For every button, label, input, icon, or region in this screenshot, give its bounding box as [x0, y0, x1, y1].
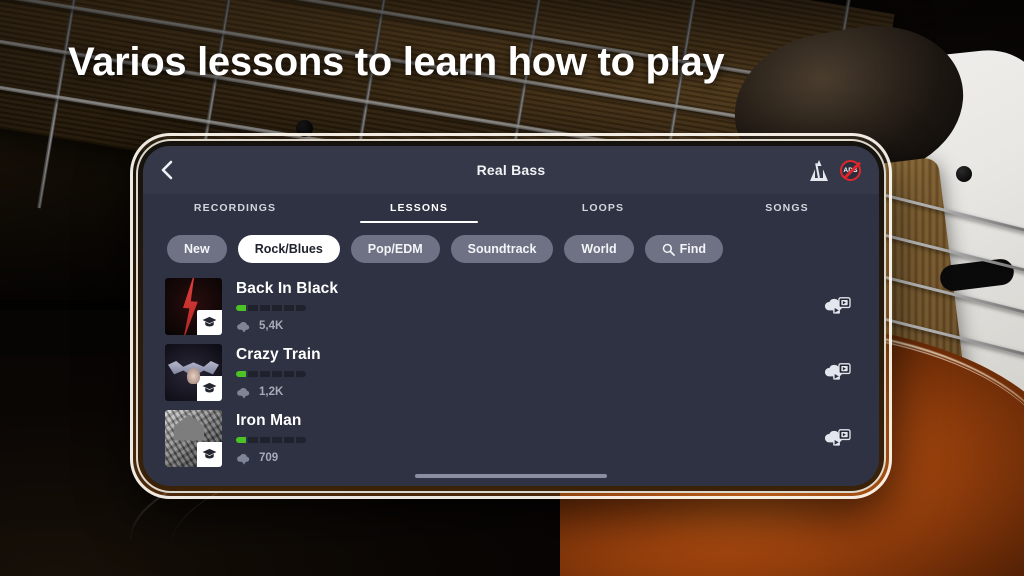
progress-segment	[247, 436, 259, 443]
chip-label: Find	[679, 242, 706, 256]
chip-label: Pop/EDM	[367, 242, 423, 256]
search-icon	[662, 243, 675, 256]
download-count-line: 5,4K	[236, 320, 803, 333]
lesson-info: Crazy Train 1,2K	[236, 346, 803, 399]
tab-loops[interactable]: LOOPS	[511, 202, 695, 223]
download-lesson-button[interactable]	[817, 426, 857, 450]
lesson-title: Back In Black	[236, 279, 339, 297]
chevron-left-icon	[161, 160, 172, 180]
progress-segment	[295, 436, 306, 443]
chip-new[interactable]: New	[167, 235, 227, 263]
progress-segment	[283, 304, 295, 311]
cloud-download-video-icon	[824, 363, 851, 380]
chip-label: New	[184, 242, 210, 256]
tab-label: LOOPS	[581, 202, 625, 214]
download-count: 1,2K	[259, 386, 284, 398]
progress-segment	[271, 370, 283, 377]
tab-songs[interactable]: SONGS	[695, 202, 879, 223]
guitar-knob	[956, 166, 972, 182]
download-count-line: 709	[236, 452, 803, 465]
lesson-title: Crazy Train	[236, 345, 321, 363]
progress-segment	[271, 304, 283, 311]
phone-mockup: Real Bass ADS RECORDINGS LESSONS LOOPS S…	[130, 133, 892, 499]
chip-find[interactable]: Find	[644, 235, 723, 263]
chip-pop-edm[interactable]: Pop/EDM	[350, 235, 440, 263]
lesson-row[interactable]: Back In Black 5,4K	[165, 273, 857, 339]
lesson-info: Back In Black 5,4K	[236, 280, 803, 333]
tab-label: RECORDINGS	[193, 202, 277, 214]
progress-segment	[236, 370, 247, 377]
graduation-cap-icon	[197, 441, 222, 467]
tab-label: SONGS	[765, 202, 809, 214]
graduation-cap-icon	[197, 309, 222, 335]
progress-segment	[259, 436, 271, 443]
lesson-artwork-bat	[165, 343, 222, 401]
chip-soundtrack[interactable]: Soundtrack	[450, 235, 554, 263]
page-headline: Varios lessons to learn how to play	[68, 40, 725, 84]
progress-segment	[236, 436, 247, 443]
download-count: 709	[259, 452, 279, 464]
genre-filter-chips: New Rock/Blues Pop/EDM Soundtrack World …	[143, 223, 879, 273]
cloud-download-video-icon	[824, 297, 851, 314]
phone-screen: Real Bass ADS RECORDINGS LESSONS LOOPS S…	[143, 146, 879, 486]
ads-badge-label: ADS	[843, 166, 858, 174]
cloud-download-icon	[237, 453, 250, 464]
progress-segment	[236, 304, 247, 311]
app-header: Real Bass ADS	[143, 146, 879, 194]
progress-segment	[271, 436, 283, 443]
progress-segment	[247, 304, 259, 311]
chip-rock-blues[interactable]: Rock/Blues	[237, 235, 340, 263]
lesson-progress-bar	[236, 304, 306, 311]
horizontal-scroll-bar[interactable]	[415, 474, 607, 478]
tab-bar: RECORDINGS LESSONS LOOPS SONGS	[143, 194, 879, 223]
chip-label: World	[581, 242, 617, 256]
cloud-download-icon	[237, 387, 250, 398]
progress-segment	[283, 436, 295, 443]
progress-segment	[295, 370, 306, 377]
app-title: Real Bass	[476, 162, 546, 178]
download-lesson-button[interactable]	[817, 360, 857, 384]
chip-label: Rock/Blues	[254, 242, 323, 256]
download-lesson-button[interactable]	[817, 294, 857, 318]
lesson-artwork-lightning-bolt	[165, 277, 222, 335]
tab-recordings[interactable]: RECORDINGS	[143, 202, 327, 223]
header-actions: ADS	[810, 159, 879, 181]
metronome-icon[interactable]	[810, 159, 828, 181]
download-count-line: 1,2K	[236, 386, 803, 399]
lesson-artwork-house	[165, 409, 222, 467]
lesson-list: Back In Black 5,4K Crazy Train 1,2K Iron…	[143, 273, 879, 471]
lesson-title: Iron Man	[236, 411, 302, 429]
download-count: 5,4K	[259, 320, 284, 332]
lesson-progress-bar	[236, 436, 306, 443]
progress-segment	[247, 370, 259, 377]
progress-segment	[295, 304, 306, 311]
lesson-info: Iron Man 709	[236, 412, 803, 465]
graduation-cap-icon	[197, 375, 222, 401]
progress-segment	[283, 370, 295, 377]
progress-segment	[259, 370, 271, 377]
cloud-download-icon	[237, 321, 250, 332]
back-button[interactable]	[143, 159, 189, 181]
no-ads-icon[interactable]: ADS	[840, 159, 861, 181]
progress-segment	[259, 304, 271, 311]
chip-label: Soundtrack	[467, 242, 537, 256]
lesson-progress-bar	[236, 370, 306, 377]
tab-label: LESSONS	[390, 202, 448, 214]
cloud-download-video-icon	[824, 429, 851, 446]
lesson-row[interactable]: Iron Man 709	[165, 405, 857, 471]
chip-world[interactable]: World	[564, 235, 634, 263]
lesson-row[interactable]: Crazy Train 1,2K	[165, 339, 857, 405]
tab-lessons[interactable]: LESSONS	[327, 202, 511, 223]
